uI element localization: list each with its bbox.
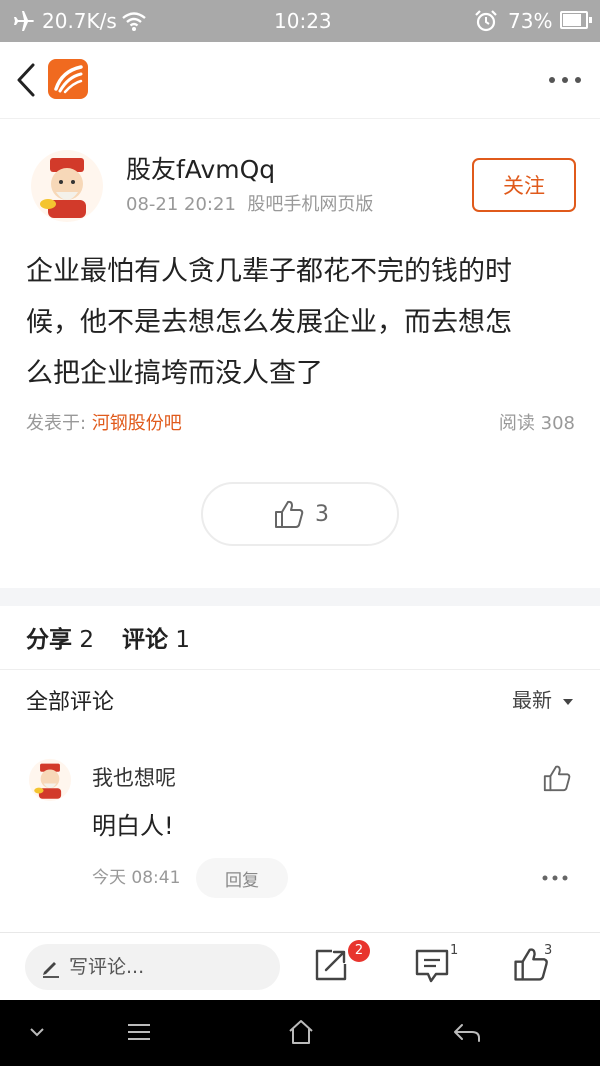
thumbs-up-icon bbox=[275, 500, 304, 528]
clock: 10:23 bbox=[274, 9, 332, 33]
author-name[interactable]: 股友fAvmQq bbox=[126, 154, 275, 186]
bottom-bar-divider bbox=[0, 932, 600, 933]
sort-label: 最新 bbox=[512, 688, 552, 712]
battery-icon bbox=[560, 11, 592, 29]
comment-count-badge: 1 bbox=[450, 943, 459, 958]
pencil-icon bbox=[43, 962, 59, 978]
top-nav-bar bbox=[0, 42, 600, 119]
comment-icon bbox=[415, 949, 449, 983]
back-arrow-icon[interactable] bbox=[14, 62, 38, 98]
comment-more-icon[interactable] bbox=[542, 874, 568, 882]
tab-comment-count: 1 bbox=[175, 627, 190, 653]
like-count-badge: 3 bbox=[544, 943, 553, 958]
alarm-icon bbox=[475, 10, 497, 32]
caret-down-icon bbox=[563, 698, 574, 705]
app-logo-icon[interactable] bbox=[48, 59, 88, 99]
post-like-button[interactable]: 3 bbox=[201, 482, 399, 546]
network-speed: 20.7K/s bbox=[42, 9, 117, 33]
share-count-badge: 2 bbox=[348, 940, 370, 962]
write-comment-placeholder: 写评论... bbox=[69, 956, 145, 978]
post-content-line: 候，他不是去想怎么发展企业，而去想怎 bbox=[26, 307, 512, 338]
comment-text: 明白人! bbox=[92, 812, 174, 840]
tabs-divider bbox=[0, 669, 600, 670]
share-icon bbox=[315, 949, 347, 981]
comment-time: 今天 08:41 bbox=[92, 868, 181, 888]
home-icon[interactable] bbox=[287, 1018, 315, 1046]
more-options-icon[interactable] bbox=[548, 76, 582, 84]
share-button[interactable] bbox=[312, 946, 352, 986]
comment-username[interactable]: 我也想呢 bbox=[92, 764, 176, 792]
tab-comment-label: 评论 bbox=[122, 627, 168, 653]
section-divider bbox=[0, 588, 600, 606]
post-content: 企业最怕有人贪几辈子都花不完的钱的时 候，他不是去想怎么发展企业，而去想怎 么把… bbox=[26, 246, 586, 399]
battery-percent: 73% bbox=[508, 9, 553, 33]
read-count: 阅读 308 bbox=[498, 413, 575, 434]
posted-in: 发表于: 河钢股份吧 bbox=[26, 412, 182, 436]
reply-button[interactable]: 回复 bbox=[196, 858, 288, 898]
author-avatar[interactable] bbox=[26, 148, 108, 224]
back-icon[interactable] bbox=[452, 1022, 482, 1044]
post-like-count: 3 bbox=[315, 502, 329, 527]
comment-avatar[interactable] bbox=[26, 756, 74, 804]
airplane-mode-icon bbox=[14, 11, 34, 31]
posted-in-label: 发表于: bbox=[26, 413, 87, 434]
wifi-icon bbox=[122, 12, 146, 31]
tab-share-label: 分享 bbox=[26, 627, 72, 653]
comment-like-icon[interactable] bbox=[542, 763, 572, 793]
menu-icon[interactable] bbox=[126, 1022, 152, 1042]
system-nav-bar bbox=[0, 1000, 600, 1066]
follow-button[interactable]: 关注 bbox=[472, 158, 576, 212]
all-comments-title: 全部评论 bbox=[26, 690, 115, 715]
comment-button[interactable] bbox=[412, 946, 452, 986]
tab-share-count: 2 bbox=[79, 627, 94, 653]
write-comment-input[interactable]: 写评论... bbox=[25, 944, 280, 990]
post-meta: 08-21 20:21 股吧手机网页版 bbox=[126, 194, 374, 215]
forum-link[interactable]: 河钢股份吧 bbox=[92, 413, 182, 434]
status-bar: 20.7K/s 10:23 73% bbox=[0, 0, 600, 42]
post-content-line: 么把企业搞垮而没人查了 bbox=[26, 358, 323, 389]
post-content-line: 企业最怕有人贪几辈子都花不完的钱的时 bbox=[26, 256, 512, 287]
tab-comment[interactable]: 评论 1 bbox=[122, 624, 190, 656]
tab-share[interactable]: 分享 2 bbox=[26, 624, 94, 656]
sort-dropdown[interactable]: 最新 bbox=[512, 686, 574, 714]
chevron-down-icon[interactable] bbox=[28, 1026, 46, 1038]
